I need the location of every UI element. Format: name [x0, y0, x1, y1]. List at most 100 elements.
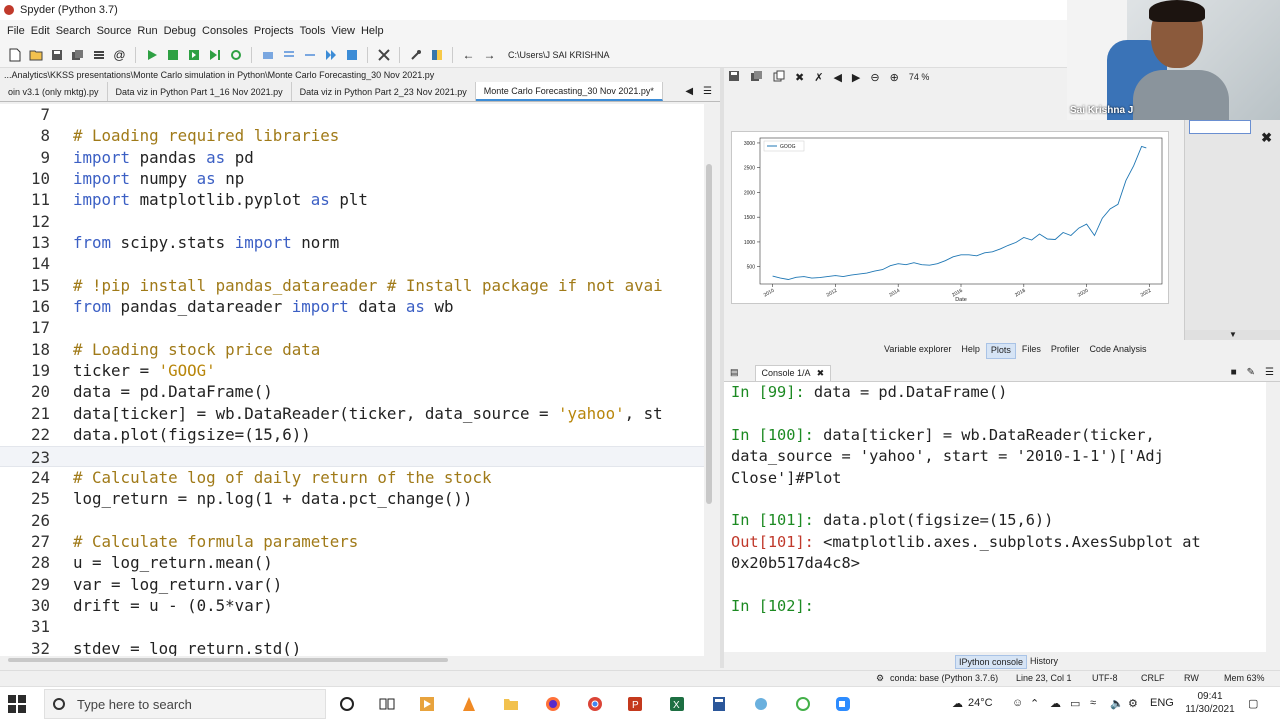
list-icon[interactable]: [90, 46, 107, 63]
editor-tab-active[interactable]: Monte Carlo Forecasting_30 Nov 2021.py*: [475, 82, 663, 101]
code-line[interactable]: 8 # Loading required libraries: [0, 125, 704, 146]
previous-plot-icon[interactable]: ◀: [833, 71, 841, 84]
code-line[interactable]: 25 log_return = np.log(1 + data.pct_chang…: [0, 488, 704, 509]
stop-console-icon[interactable]: ■: [1231, 367, 1237, 378]
tab-code-analysis[interactable]: Code Analysis: [1085, 343, 1150, 359]
step-icon[interactable]: [280, 46, 297, 63]
code-line[interactable]: 14: [0, 253, 704, 274]
code-line[interactable]: 19 ticker = 'GOOG': [0, 360, 704, 381]
remove-all-plots-icon[interactable]: ✗: [814, 71, 823, 84]
tab-files[interactable]: Files: [1018, 343, 1045, 359]
back-arrow-icon[interactable]: ←: [460, 46, 477, 63]
code-line[interactable]: 27 # Calculate formula parameters: [0, 531, 704, 552]
close-icon[interactable]: ✖: [817, 368, 825, 378]
run-cell-advance-icon[interactable]: [185, 46, 202, 63]
rerun-icon[interactable]: [227, 46, 244, 63]
open-file-icon[interactable]: [27, 46, 44, 63]
menu-source[interactable]: Source: [94, 25, 135, 37]
menu-debug[interactable]: Debug: [161, 25, 199, 37]
ipython-console[interactable]: In [99]: data = pd.DataFrame() In [100]:…: [724, 382, 1266, 652]
menu-help[interactable]: Help: [358, 25, 387, 37]
maximize-pane-icon[interactable]: [375, 46, 392, 63]
weather-temp[interactable]: 24°C: [968, 697, 993, 709]
working-directory[interactable]: C:\Users\J SAI KRISHNA: [508, 50, 610, 60]
at-icon[interactable]: @: [111, 46, 128, 63]
code-editor[interactable]: 7 8 # Loading required libraries 9 import pa…: [0, 104, 704, 656]
input-language[interactable]: ENG: [1150, 697, 1174, 709]
save-plot-icon[interactable]: [728, 70, 740, 85]
run-icon[interactable]: [143, 46, 160, 63]
tab-menu-icon[interactable]: ☰: [703, 86, 712, 97]
onedrive-icon[interactable]: ☁: [1050, 697, 1061, 710]
code-line[interactable]: 30 drift = u - (0.5*var): [0, 595, 704, 616]
code-line[interactable]: 11 import matplotlib.pyplot as plt: [0, 189, 704, 210]
notifications-icon[interactable]: ▢: [1248, 697, 1258, 710]
run-selection-icon[interactable]: [206, 46, 223, 63]
tab-help[interactable]: Help: [957, 343, 984, 359]
code-line[interactable]: 31: [0, 616, 704, 637]
wifi-icon[interactable]: ≈: [1090, 697, 1096, 709]
chevron-down-icon[interactable]: ▼: [1185, 330, 1280, 340]
console-vertical-scrollbar[interactable]: [1266, 382, 1276, 652]
editor-tab[interactable]: Data viz in Python Part 1_16 Nov 2021.py: [108, 82, 292, 101]
editor-tab[interactable]: oin v3.1 (only mktg).py: [0, 82, 108, 101]
tab-profiler[interactable]: Profiler: [1047, 343, 1084, 359]
save-all-plots-icon[interactable]: [750, 70, 763, 85]
tab-ipython-console[interactable]: IPython console: [955, 655, 1028, 669]
menu-view[interactable]: View: [328, 25, 358, 37]
console-folder-icon[interactable]: ▤: [730, 367, 739, 378]
menu-search[interactable]: Search: [53, 25, 94, 37]
stop-icon[interactable]: [343, 46, 360, 63]
save-icon[interactable]: [48, 46, 65, 63]
editor-tab[interactable]: Data viz in Python Part 2_23 Nov 2021.py: [292, 82, 476, 101]
code-line[interactable]: 24 # Calculate log of daily return of the…: [0, 467, 704, 488]
edit-console-icon[interactable]: ✎: [1247, 367, 1255, 378]
menu-edit[interactable]: Edit: [28, 25, 53, 37]
code-line[interactable]: 7: [0, 104, 704, 125]
preferences-wrench-icon[interactable]: [407, 46, 424, 63]
continue-icon[interactable]: [322, 46, 339, 63]
console-tab[interactable]: Console 1/A ✖: [754, 364, 832, 381]
menu-run[interactable]: Run: [134, 25, 160, 37]
tab-history[interactable]: History: [1027, 655, 1061, 669]
new-file-icon[interactable]: [6, 46, 23, 63]
battery-icon[interactable]: ▭: [1070, 697, 1080, 710]
code-line[interactable]: 29 var = log_return.var(): [0, 574, 704, 595]
plot-thumbnail[interactable]: [1189, 120, 1251, 134]
remove-plot-icon[interactable]: ✖: [795, 71, 804, 84]
menu-consoles[interactable]: Consoles: [199, 25, 251, 37]
run-cell-icon[interactable]: [164, 46, 181, 63]
debug-icon[interactable]: [259, 46, 276, 63]
zoom-in-icon[interactable]: ⊕: [890, 71, 899, 84]
save-all-icon[interactable]: [69, 46, 86, 63]
code-line[interactable]: 9 import pandas as pd: [0, 147, 704, 168]
tab-plots[interactable]: Plots: [985, 343, 1016, 359]
scrollbar-thumb[interactable]: [706, 164, 712, 504]
code-line[interactable]: 16 from pandas_datareader import data as …: [0, 296, 704, 317]
code-line[interactable]: 13 from scipy.stats import norm: [0, 232, 704, 253]
code-line[interactable]: 15 # !pip install pandas_datareader # Ins…: [0, 275, 704, 296]
code-line[interactable]: 21 data[ticker] = wb.DataReader(ticker, d…: [0, 403, 704, 424]
code-line[interactable]: 22 data.plot(figsize=(15,6)): [0, 424, 704, 445]
step-into-icon[interactable]: [301, 46, 318, 63]
bluetooth-icon[interactable]: ⚙: [1128, 697, 1138, 710]
code-line[interactable]: 18 # Loading stock price data: [0, 339, 704, 360]
code-line[interactable]: 20 data = pd.DataFrame(): [0, 381, 704, 402]
forward-arrow-icon[interactable]: →: [481, 46, 498, 63]
zoom-out-icon[interactable]: ⊖: [870, 71, 879, 84]
menu-projects[interactable]: Projects: [251, 25, 297, 37]
code-line[interactable]: 12: [0, 211, 704, 232]
scrollbar-thumb[interactable]: [8, 658, 448, 662]
code-line[interactable]: 28 u = log_return.mean(): [0, 552, 704, 573]
code-line[interactable]: 26: [0, 510, 704, 531]
editor-horizontal-scrollbar[interactable]: [0, 656, 714, 664]
volume-icon[interactable]: 🔈: [1110, 697, 1124, 710]
menu-file[interactable]: File: [4, 25, 28, 37]
next-plot-icon[interactable]: ▶: [852, 71, 860, 84]
tab-scroll-left-icon[interactable]: ◀: [685, 86, 693, 97]
code-line[interactable]: 17: [0, 317, 704, 338]
code-line[interactable]: 23: [0, 445, 704, 467]
taskbar-clock[interactable]: 09:41 11/30/2021: [1180, 690, 1240, 716]
tab-variable-explorer[interactable]: Variable explorer: [880, 343, 955, 359]
code-line[interactable]: 32 stdev = log_return.std(): [0, 638, 704, 656]
